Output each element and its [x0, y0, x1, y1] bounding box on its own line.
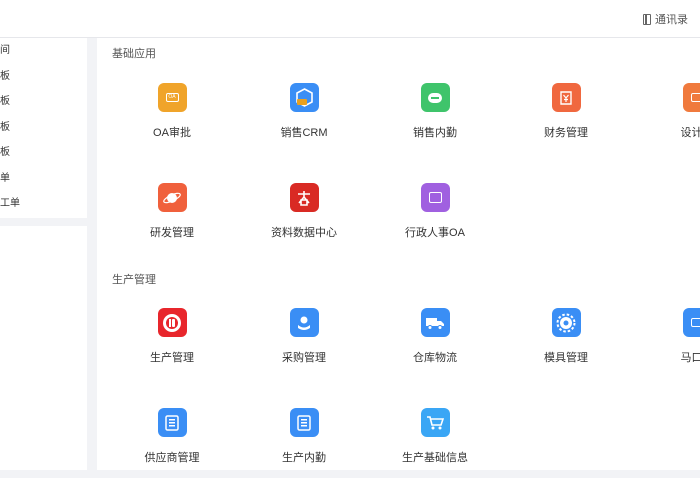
sidebar-item[interactable]: 板 [0, 64, 87, 90]
app-tile-supplier[interactable]: 供应商管理 [117, 408, 227, 478]
rnd-planet-icon [158, 183, 187, 212]
finance-icon [552, 83, 581, 112]
app-label: 马口铁 [642, 349, 700, 365]
app-label: 行政人事OA [380, 224, 490, 240]
app-tile-oa-approval[interactable]: OA OA审批 [117, 83, 227, 153]
app-tile-mold[interactable]: 模具管理 [511, 308, 621, 378]
warehouse-truck-icon [421, 308, 450, 337]
data-center-icon [290, 183, 319, 212]
app-launcher-panel: 基础应用 OA OA审批 销售CRM 销售内勤 财务管理 设计管 研 [97, 38, 700, 470]
sidebar-item[interactable]: 间 [0, 38, 87, 64]
sales-office-icon [421, 83, 450, 112]
app-tile-admin-hr[interactable]: 行政人事OA [380, 183, 490, 253]
sidebar-item[interactable]: 单 [0, 166, 87, 192]
app-label: 采购管理 [249, 349, 359, 365]
app-tile-production[interactable]: 生产管理 [117, 308, 227, 378]
cart-icon [421, 408, 450, 437]
purchase-icon [290, 308, 319, 337]
app-tile-production-basics[interactable]: 生产基础信息 [380, 408, 490, 478]
app-label: 资料数据中心 [249, 224, 359, 240]
app-label: 模具管理 [511, 349, 621, 365]
app-label: 财务管理 [511, 124, 621, 140]
sidebar-item[interactable]: 板 [0, 140, 87, 166]
sidebar-item[interactable]: 板 [0, 115, 87, 141]
sidebar: 间 板 板 板 板 单 工单 [0, 38, 87, 218]
contacts-book-icon [643, 14, 651, 25]
app-label: 供应商管理 [117, 449, 227, 465]
section-title-basic: 基础应用 [112, 45, 156, 61]
top-bar: 通讯录 [0, 0, 700, 38]
app-label: 生产基础信息 [380, 449, 490, 465]
sales-crm-icon [290, 83, 319, 112]
tinplate-icon [683, 308, 700, 337]
app-tile-production-office[interactable]: 生产内勤 [249, 408, 359, 478]
mold-icon [552, 308, 581, 337]
app-tile-rnd[interactable]: 研发管理 [117, 183, 227, 253]
app-label: 仓库物流 [380, 349, 490, 365]
sidebar-lower-panel [0, 226, 87, 470]
production-icon [158, 308, 187, 337]
app-tile-sales-crm[interactable]: 销售CRM [249, 83, 359, 153]
admin-hr-icon [421, 183, 450, 212]
design-icon [683, 83, 700, 112]
app-label: 销售CRM [249, 124, 359, 140]
app-tile-sales-office[interactable]: 销售内勤 [380, 83, 490, 153]
app-label: 销售内勤 [380, 124, 490, 140]
app-tile-data-center[interactable]: 资料数据中心 [249, 183, 359, 253]
app-tile-purchase[interactable]: 采购管理 [249, 308, 359, 378]
contacts-label: 通讯录 [655, 11, 688, 27]
supplier-icon [158, 408, 187, 437]
app-label: OA审批 [117, 124, 227, 140]
app-tile-tinplate[interactable]: 马口铁 [642, 308, 700, 378]
app-tile-finance[interactable]: 财务管理 [511, 83, 621, 153]
app-label: 生产管理 [117, 349, 227, 365]
app-tile-design[interactable]: 设计管 [642, 83, 700, 153]
app-label: 设计管 [642, 124, 700, 140]
production-office-icon [290, 408, 319, 437]
app-label: 研发管理 [117, 224, 227, 240]
sidebar-item[interactable]: 板 [0, 89, 87, 115]
contacts-link[interactable]: 通讯录 [643, 11, 688, 27]
sidebar-item[interactable]: 工单 [0, 191, 87, 217]
app-label: 生产内勤 [249, 449, 359, 465]
app-tile-warehouse[interactable]: 仓库物流 [380, 308, 490, 378]
section-title-production: 生产管理 [112, 271, 156, 287]
oa-approval-icon: OA [158, 83, 187, 112]
